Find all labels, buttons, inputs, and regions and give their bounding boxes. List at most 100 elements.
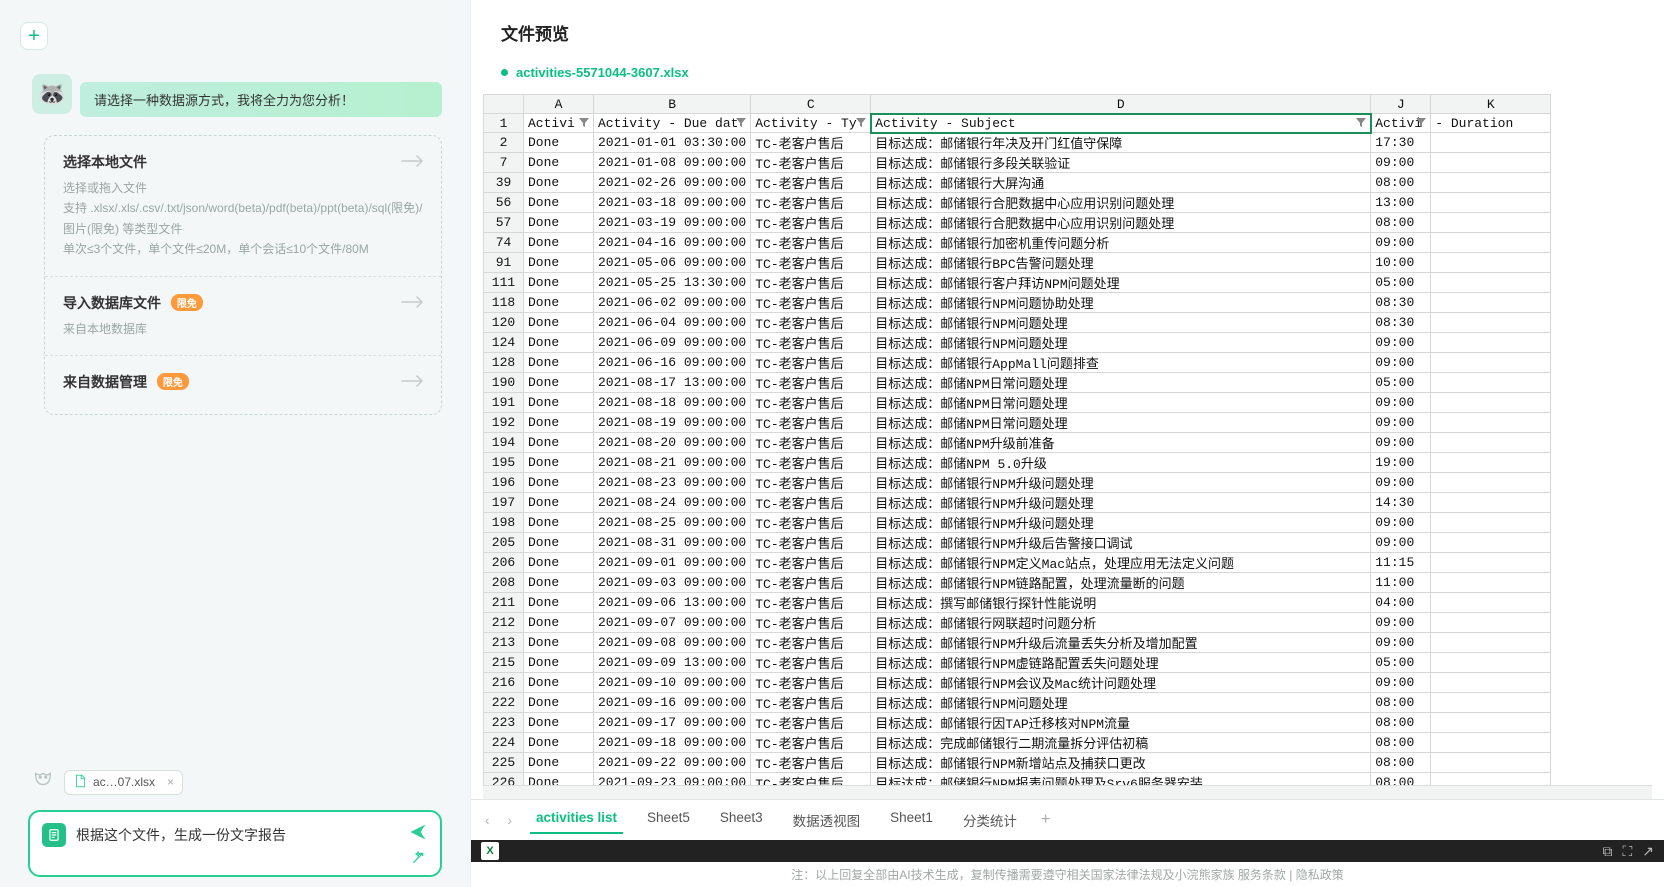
cell[interactable] bbox=[1431, 733, 1551, 753]
cell[interactable] bbox=[1431, 653, 1551, 673]
cell[interactable]: Done bbox=[524, 153, 594, 173]
filter-icon[interactable] bbox=[1356, 117, 1368, 129]
cell[interactable]: 目标达成：邮储银行NPM虚链路配置丢失问题处理 bbox=[871, 653, 1371, 673]
cell[interactable]: 11:15 bbox=[1371, 553, 1431, 573]
cell[interactable] bbox=[1431, 413, 1551, 433]
cell[interactable]: 10:00 bbox=[1371, 253, 1431, 273]
cell[interactable]: Done bbox=[524, 253, 594, 273]
cell[interactable]: 目标达成：邮储银行NPM问题协助处理 bbox=[871, 293, 1371, 313]
sheet-tab[interactable]: Sheet1 bbox=[884, 806, 939, 834]
privacy-link[interactable]: 隐私政策 bbox=[1296, 868, 1344, 882]
row-number[interactable]: 192 bbox=[484, 413, 524, 433]
row-number[interactable]: 118 bbox=[484, 293, 524, 313]
cell[interactable]: TC-老客户售后 bbox=[751, 373, 871, 393]
cell[interactable]: 08:00 bbox=[1371, 773, 1431, 786]
row-number[interactable]: 208 bbox=[484, 573, 524, 593]
cell[interactable]: TC-老客户售后 bbox=[751, 613, 871, 633]
cell[interactable] bbox=[1431, 573, 1551, 593]
cell[interactable]: 2021-06-09 09:00:00 bbox=[594, 333, 751, 353]
cell[interactable] bbox=[1431, 513, 1551, 533]
cell[interactable]: 目标达成：邮储银行NPM升级问题处理 bbox=[871, 513, 1371, 533]
row-number[interactable]: 223 bbox=[484, 713, 524, 733]
cell[interactable] bbox=[1431, 633, 1551, 653]
sheet-tab[interactable]: activities list bbox=[530, 806, 623, 834]
cell[interactable] bbox=[1431, 333, 1551, 353]
column-header-A[interactable]: A bbox=[524, 95, 594, 114]
tab-prev-icon[interactable]: ‹ bbox=[485, 813, 490, 828]
cell[interactable] bbox=[1431, 453, 1551, 473]
row-number[interactable]: 213 bbox=[484, 633, 524, 653]
cell[interactable]: 09:00 bbox=[1371, 633, 1431, 653]
cell[interactable]: 目标达成：邮储银行AppMall问题排查 bbox=[871, 353, 1371, 373]
row-number[interactable]: 205 bbox=[484, 533, 524, 553]
cell[interactable] bbox=[1431, 253, 1551, 273]
cell[interactable]: Done bbox=[524, 133, 594, 153]
filter-icon[interactable] bbox=[1416, 117, 1428, 129]
cell[interactable]: TC-老客户售后 bbox=[751, 533, 871, 553]
cell[interactable]: 19:00 bbox=[1371, 453, 1431, 473]
cell[interactable] bbox=[1431, 533, 1551, 553]
cell[interactable]: 2021-09-16 09:00:00 bbox=[594, 693, 751, 713]
tab-next-icon[interactable]: › bbox=[508, 813, 513, 828]
cell[interactable]: TC-老客户售后 bbox=[751, 273, 871, 293]
cell[interactable]: 2021-09-01 09:00:00 bbox=[594, 553, 751, 573]
cell[interactable]: Done bbox=[524, 493, 594, 513]
row-number[interactable]: 7 bbox=[484, 153, 524, 173]
spreadsheet-viewport[interactable]: ABCDJK 1ActiviActivity - Due datActivity… bbox=[483, 94, 1652, 785]
cell[interactable]: TC-老客户售后 bbox=[751, 553, 871, 573]
add-sheet-button[interactable]: + bbox=[1041, 811, 1050, 829]
new-conversation-button[interactable]: + bbox=[20, 22, 48, 50]
cell[interactable] bbox=[1431, 173, 1551, 193]
cell[interactable]: TC-老客户售后 bbox=[751, 333, 871, 353]
cell[interactable]: 09:00 bbox=[1371, 673, 1431, 693]
cell[interactable] bbox=[1431, 133, 1551, 153]
header-cell-B[interactable]: Activity - Due dat bbox=[594, 114, 751, 133]
cell[interactable]: TC-老客户售后 bbox=[751, 673, 871, 693]
cell[interactable]: 08:00 bbox=[1371, 213, 1431, 233]
cell[interactable]: 2021-09-09 13:00:00 bbox=[594, 653, 751, 673]
cell[interactable]: 2021-03-18 09:00:00 bbox=[594, 193, 751, 213]
cell[interactable]: 09:00 bbox=[1371, 433, 1431, 453]
row-number[interactable]: 91 bbox=[484, 253, 524, 273]
row-number[interactable]: 222 bbox=[484, 693, 524, 713]
cell[interactable]: 目标达成：邮储银行NPM问题处理 bbox=[871, 313, 1371, 333]
cell[interactable]: 2021-06-02 09:00:00 bbox=[594, 293, 751, 313]
cell[interactable]: 2021-08-31 09:00:00 bbox=[594, 533, 751, 553]
cell[interactable]: 2021-08-20 09:00:00 bbox=[594, 433, 751, 453]
cell[interactable]: Done bbox=[524, 633, 594, 653]
cell[interactable]: 目标达成：邮储NPM日常问题处理 bbox=[871, 373, 1371, 393]
cell[interactable] bbox=[1431, 473, 1551, 493]
cell[interactable]: 08:00 bbox=[1371, 753, 1431, 773]
cell[interactable]: TC-老客户售后 bbox=[751, 413, 871, 433]
cell[interactable]: 09:00 bbox=[1371, 153, 1431, 173]
row-number[interactable]: 120 bbox=[484, 313, 524, 333]
cell[interactable]: Done bbox=[524, 533, 594, 553]
cell[interactable]: Done bbox=[524, 513, 594, 533]
cell[interactable]: 2021-02-26 09:00:00 bbox=[594, 173, 751, 193]
cell[interactable]: 2021-09-06 13:00:00 bbox=[594, 593, 751, 613]
cell[interactable]: TC-老客户售后 bbox=[751, 173, 871, 193]
row-number[interactable]: 194 bbox=[484, 433, 524, 453]
cell[interactable] bbox=[1431, 593, 1551, 613]
cell[interactable]: TC-老客户售后 bbox=[751, 653, 871, 673]
cell[interactable]: Done bbox=[524, 393, 594, 413]
cell[interactable]: 05:00 bbox=[1371, 373, 1431, 393]
cell[interactable]: 09:00 bbox=[1371, 333, 1431, 353]
cell[interactable]: 目标达成：邮储银行NPM报表问题处理及Srv6服务器安装 bbox=[871, 773, 1371, 786]
row-number[interactable]: 74 bbox=[484, 233, 524, 253]
cell[interactable] bbox=[1431, 373, 1551, 393]
cell[interactable]: 05:00 bbox=[1371, 653, 1431, 673]
cell[interactable]: 目标达成：邮储银行NPM会议及Mac统计问题处理 bbox=[871, 673, 1371, 693]
cell[interactable]: Done bbox=[524, 753, 594, 773]
cell[interactable]: Done bbox=[524, 433, 594, 453]
row-number[interactable]: 111 bbox=[484, 273, 524, 293]
cell[interactable]: 09:00 bbox=[1371, 413, 1431, 433]
cell[interactable]: 13:00 bbox=[1371, 193, 1431, 213]
header-cell-J[interactable]: Activi bbox=[1371, 114, 1431, 133]
cell[interactable]: 2021-09-23 09:00:00 bbox=[594, 773, 751, 786]
row-number[interactable]: 206 bbox=[484, 553, 524, 573]
remove-file-icon[interactable]: × bbox=[167, 775, 174, 789]
cell[interactable]: 2021-06-04 09:00:00 bbox=[594, 313, 751, 333]
column-header-C[interactable]: C bbox=[751, 95, 871, 114]
cell[interactable]: 08:00 bbox=[1371, 713, 1431, 733]
